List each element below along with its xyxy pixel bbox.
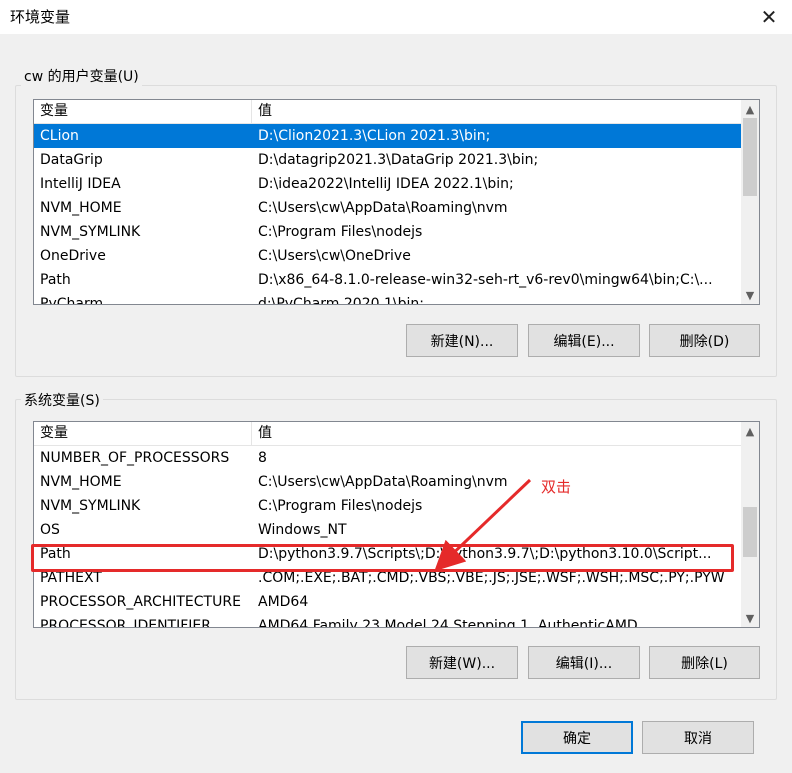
system-new-button[interactable]: 新建(W)...	[406, 646, 518, 679]
column-header-name[interactable]: 变量	[34, 422, 252, 445]
system-delete-button[interactable]: 删除(L)	[649, 646, 760, 679]
variable-value: 8	[258, 450, 267, 466]
system-vars-label: 系统变量(S)	[21, 390, 103, 410]
variable-name: NVM_SYMLINK	[40, 498, 141, 514]
variable-value: D:\idea2022\IntelliJ IDEA 2022.1\bin;	[258, 176, 514, 192]
user-delete-button[interactable]: 删除(D)	[649, 324, 760, 357]
table-row[interactable]: CLion D:\Clion2021.3\CLion 2021.3\bin;	[34, 124, 741, 148]
system-vars-header: 变量 值	[34, 422, 741, 446]
ok-button[interactable]: 确定	[521, 721, 633, 754]
user-vars-list[interactable]: 变量 值 CLion D:\Clion2021.3\CLion 2021.3\bi…	[33, 99, 760, 305]
variable-name: NVM_HOME	[40, 474, 122, 490]
table-row[interactable]: NVM_SYMLINK C:\Program Files\nodejs	[34, 220, 741, 244]
system-vars-scrollbar[interactable]: ▲ ▼	[741, 422, 759, 627]
cancel-button[interactable]: 取消	[642, 721, 754, 754]
scroll-down-icon[interactable]: ▼	[741, 609, 759, 627]
table-row[interactable]: PROCESSOR_ARCHITECTURE AMD64	[34, 590, 741, 614]
variable-value: D:\datagrip2021.3\DataGrip 2021.3\bin;	[258, 152, 539, 168]
variable-name: OS	[40, 522, 60, 538]
variable-value: C:\Users\cw\OneDrive	[258, 248, 411, 264]
column-header-name[interactable]: 变量	[34, 100, 252, 123]
variable-name: OneDrive	[40, 248, 106, 264]
table-row[interactable]: OS Windows_NT	[34, 518, 741, 542]
variable-name: DataGrip	[40, 152, 103, 168]
variable-value: AMD64	[258, 594, 309, 610]
column-header-value[interactable]: 值	[252, 422, 741, 445]
scrollbar-thumb[interactable]	[743, 118, 757, 196]
table-row[interactable]: DataGrip D:\datagrip2021.3\DataGrip 2021.…	[34, 148, 741, 172]
variable-name: PROCESSOR_ARCHITECTURE	[40, 594, 241, 610]
user-vars-rows: CLion D:\Clion2021.3\CLion 2021.3\bin; Dat…	[34, 124, 741, 304]
user-vars-label: cw 的用户变量(U)	[21, 66, 142, 86]
variable-name: PATHEXT	[40, 570, 102, 586]
system-vars-rows: NUMBER_OF_PROCESSORS 8 NVM_HOME C:\Users\cw…	[34, 446, 741, 627]
table-row[interactable]: Path D:\python3.9.7\Scripts\;D:\python3.9…	[34, 542, 741, 566]
annotation-text: 双击	[541, 478, 572, 496]
scroll-up-icon[interactable]: ▲	[741, 100, 759, 118]
table-row[interactable]: PyCharm d:\PyCharm 2020.1\bin;	[34, 292, 741, 305]
variable-value: Windows_NT	[258, 522, 347, 538]
table-row[interactable]: NVM_HOME C:\Users\cw\AppData\Roaming\nvm	[34, 196, 741, 220]
variable-name: NVM_SYMLINK	[40, 224, 141, 240]
system-vars-list[interactable]: 变量 值 NUMBER_OF_PROCESSORS 8 NVM_HOME C:\Use…	[33, 421, 760, 628]
scrollbar-thumb[interactable]	[743, 506, 757, 557]
scroll-down-icon[interactable]: ▼	[741, 286, 759, 304]
table-row[interactable]: NVM_HOME C:\Users\cw\AppData\Roaming\nvm	[34, 470, 741, 494]
user-new-button[interactable]: 新建(N)...	[406, 324, 518, 357]
table-row[interactable]: Path D:\x86_64-8.1.0-release-win32-seh-rt…	[34, 268, 741, 292]
user-vars-scrollbar[interactable]: ▲ ▼	[741, 100, 759, 304]
variable-value: C:\Users\cw\AppData\Roaming\nvm	[258, 474, 508, 490]
table-row[interactable]: IntelliJ IDEA D:\idea2022\IntelliJ IDEA 2…	[34, 172, 741, 196]
title-bar: 环境变量 ✕	[0, 0, 792, 34]
variable-name: Path	[40, 272, 71, 288]
column-header-value[interactable]: 值	[252, 100, 741, 123]
user-vars-header: 变量 值	[34, 100, 741, 124]
variable-name: PyCharm	[40, 296, 104, 305]
variable-name: CLion	[40, 128, 79, 144]
table-row[interactable]: OneDrive C:\Users\cw\OneDrive	[34, 244, 741, 268]
variable-value: d:\PyCharm 2020.1\bin;	[258, 296, 424, 305]
system-edit-button[interactable]: 编辑(I)...	[528, 646, 640, 679]
variable-value: D:\x86_64-8.1.0-release-win32-seh-rt_v6-…	[258, 272, 713, 288]
variable-name: PROCESSOR_IDENTIFIER	[40, 618, 211, 628]
variable-name: NVM_HOME	[40, 200, 122, 216]
variable-value: .COM;.EXE;.BAT;.CMD;.VBS;.VBE;.JS;.JSE;.…	[258, 570, 725, 586]
variable-value: D:\python3.9.7\Scripts\;D:\python3.9.7\;…	[258, 546, 712, 562]
variable-name: Path	[40, 546, 71, 562]
window-title: 环境变量	[10, 8, 71, 26]
table-row[interactable]: PROCESSOR_IDENTIFIER AMD64 Family 23 Mode…	[34, 614, 741, 628]
user-edit-button[interactable]: 编辑(E)...	[528, 324, 640, 357]
close-icon[interactable]: ✕	[746, 0, 792, 34]
variable-value: AMD64 Family 23 Model 24 Stepping 1, Aut…	[258, 618, 638, 628]
variable-value: C:\Users\cw\AppData\Roaming\nvm	[258, 200, 508, 216]
variable-value: C:\Program Files\nodejs	[258, 224, 423, 240]
variable-value: D:\Clion2021.3\CLion 2021.3\bin;	[258, 128, 491, 144]
variable-name: NUMBER_OF_PROCESSORS	[40, 450, 230, 466]
table-row[interactable]: PATHEXT .COM;.EXE;.BAT;.CMD;.VBS;.VBE;.JS…	[34, 566, 741, 590]
variable-name: IntelliJ IDEA	[40, 176, 121, 192]
variable-value: C:\Program Files\nodejs	[258, 498, 423, 514]
table-row[interactable]: NUMBER_OF_PROCESSORS 8	[34, 446, 741, 470]
table-row[interactable]: NVM_SYMLINK C:\Program Files\nodejs	[34, 494, 741, 518]
scroll-up-icon[interactable]: ▲	[741, 422, 759, 440]
